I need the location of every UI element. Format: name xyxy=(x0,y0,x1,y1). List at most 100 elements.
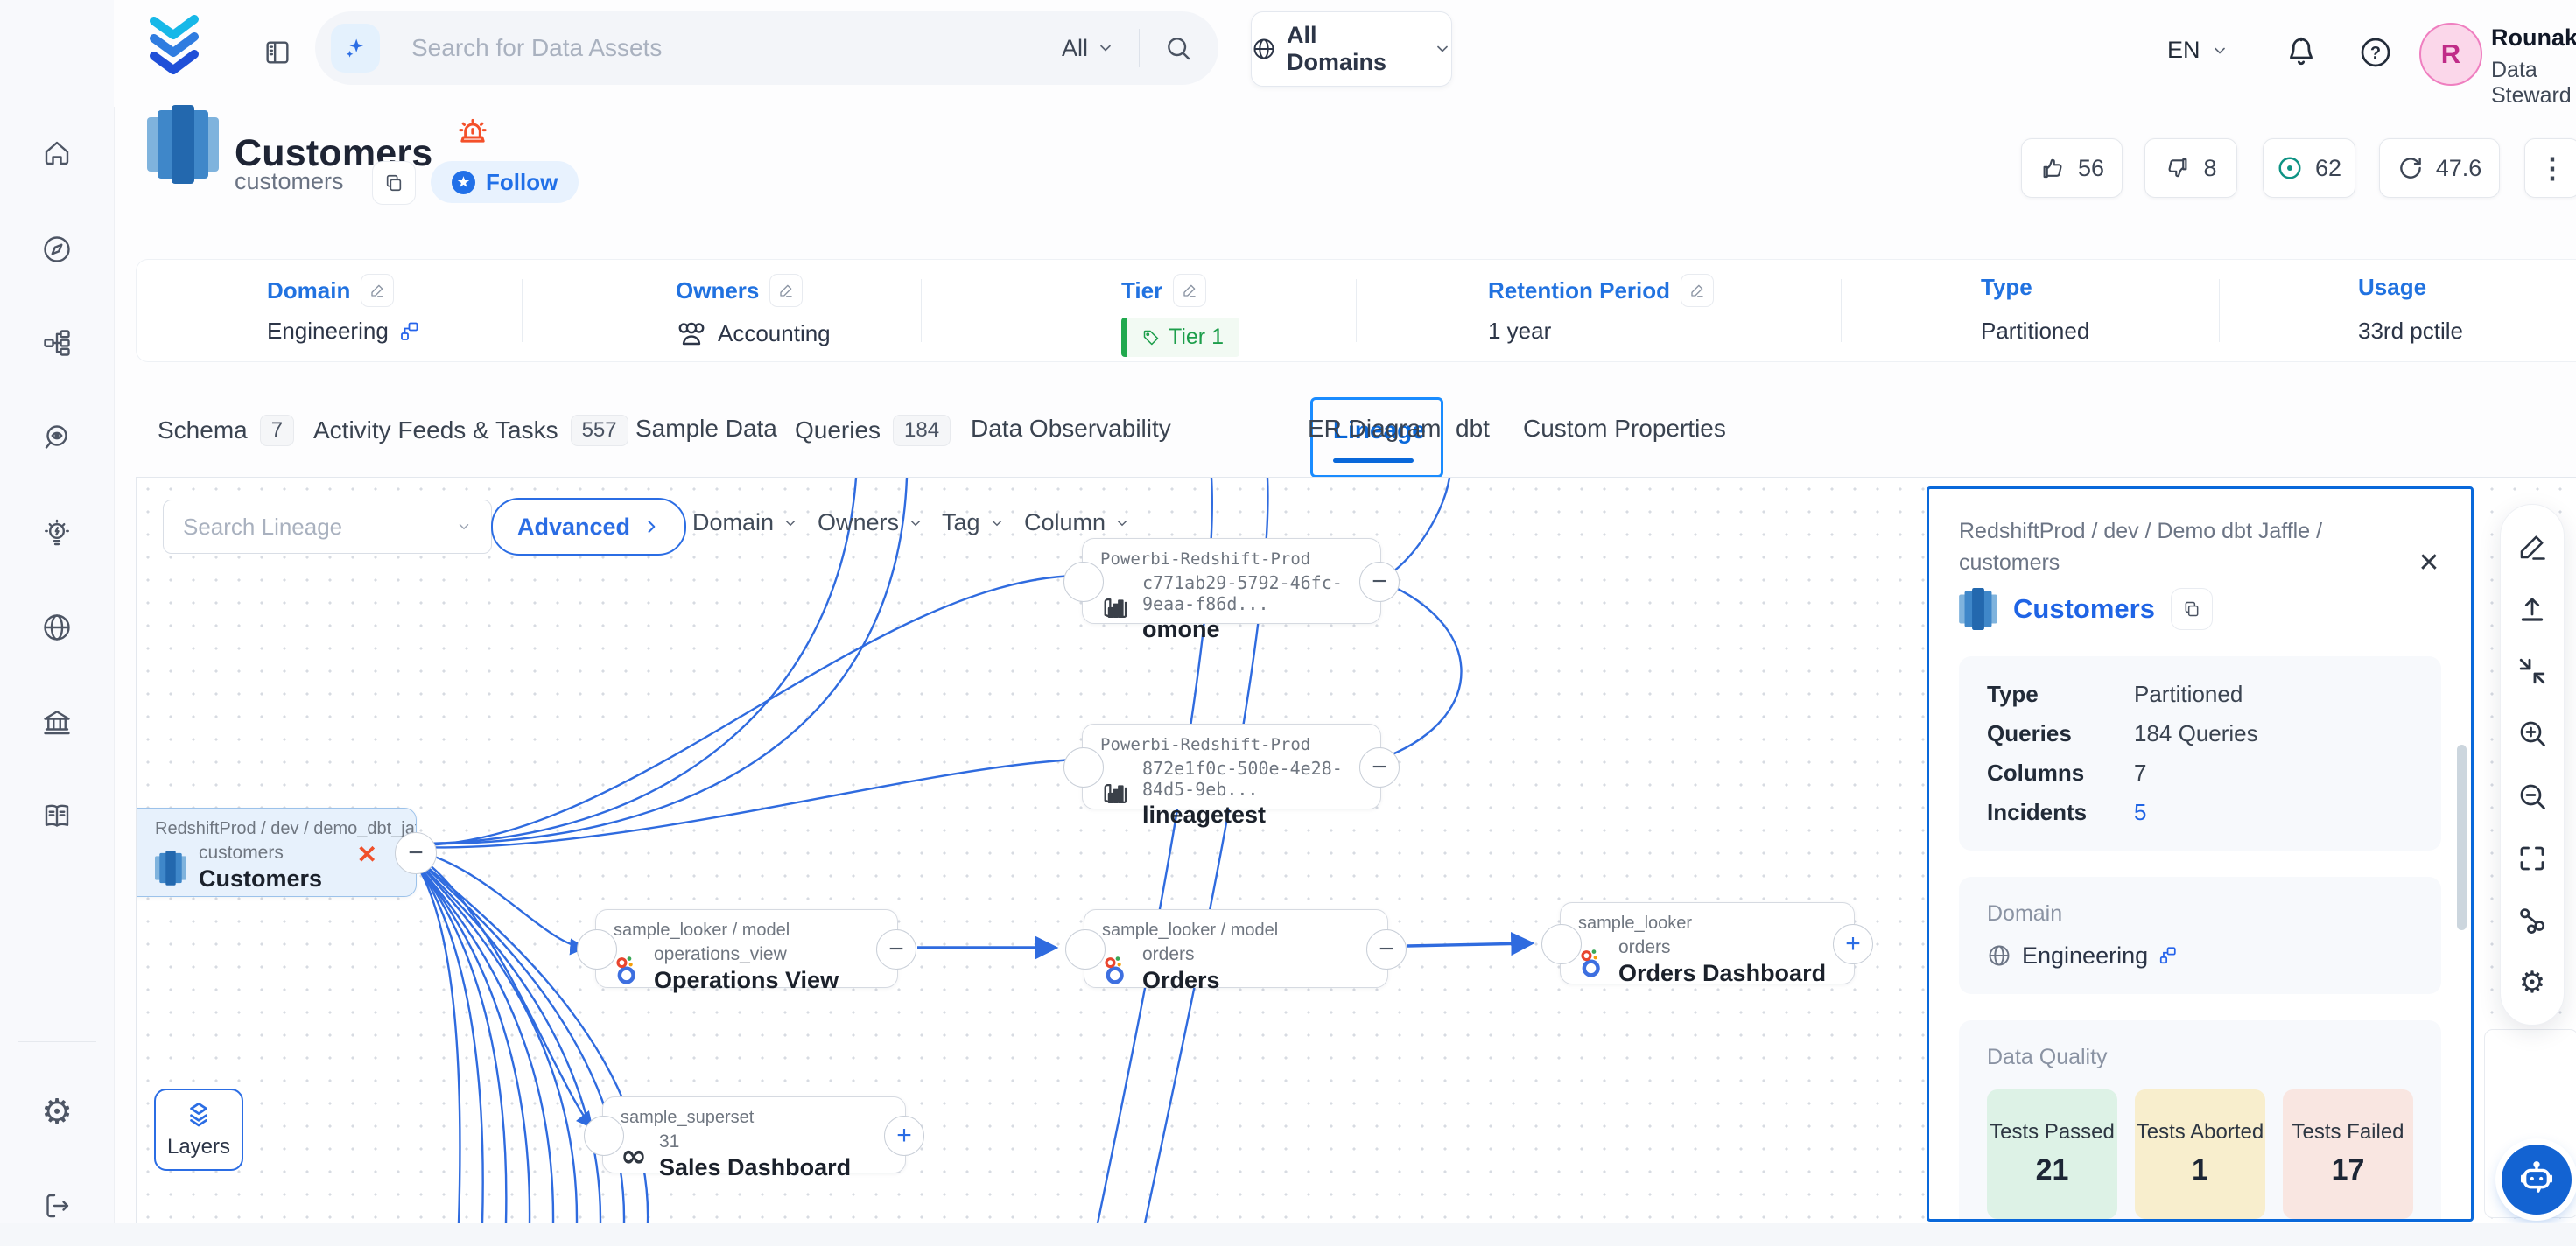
panel-breadcrumb[interactable]: RedshiftProd / dev / Demo dbt Jaffle / c… xyxy=(1959,515,2379,579)
node-handle-left[interactable] xyxy=(1063,562,1104,602)
lineage-node-operations-view[interactable]: sample_looker / model operations_view Op… xyxy=(595,909,898,988)
tab-custom-properties[interactable]: Custom Properties xyxy=(1523,415,1726,443)
sidebar-item-explore[interactable] xyxy=(32,225,81,274)
global-search-bar[interactable]: Search for Data Assets All xyxy=(315,11,1218,85)
node-handle-left[interactable] xyxy=(1063,747,1104,788)
search-scope-dropdown[interactable]: All xyxy=(1062,35,1114,62)
advanced-filter-button[interactable]: Advanced xyxy=(491,498,686,556)
meta-owners-value[interactable]: Accounting xyxy=(676,318,831,349)
tests-failed-tile: Tests Failed17 xyxy=(2283,1089,2413,1219)
meta-domain-label[interactable]: Domain xyxy=(267,274,394,307)
collapse-handle[interactable]: − xyxy=(1359,562,1400,602)
copy-fqn-button[interactable] xyxy=(372,161,416,205)
sidebar-item-home[interactable] xyxy=(32,129,81,178)
sidebar-item-domains[interactable] xyxy=(32,603,81,652)
export-lineage-button[interactable] xyxy=(2515,592,2550,626)
meta-tier-value[interactable]: Tier 1 xyxy=(1121,318,1239,357)
node-handle-left[interactable] xyxy=(577,929,617,970)
collapse-view-button[interactable] xyxy=(2515,654,2550,689)
tab-er-diagram[interactable]: ER Diagram xyxy=(1308,415,1441,443)
tab-dbt[interactable]: dbt xyxy=(1456,415,1490,443)
filter-tag-dropdown[interactable]: Tag xyxy=(942,509,1005,536)
lineage-settings-button[interactable]: ⚙ xyxy=(2515,965,2550,1000)
meta-owners-label[interactable]: Owners xyxy=(676,274,803,307)
tier-badge[interactable]: Tier 1 xyxy=(1121,318,1239,357)
panel-entity-link[interactable]: Customers xyxy=(2013,593,2155,625)
meta-domain-value[interactable]: Engineering xyxy=(267,318,420,345)
node-handle-left[interactable] xyxy=(584,1116,624,1156)
app-logo[interactable] xyxy=(147,14,201,79)
filter-owners-dropdown[interactable]: Owners xyxy=(818,509,923,536)
tab-queries[interactable]: Queries184 xyxy=(795,415,951,446)
tab-sample-data[interactable]: Sample Data xyxy=(635,415,777,443)
collapse-handle[interactable]: − xyxy=(1366,929,1407,970)
node-handle-left[interactable] xyxy=(1065,929,1106,970)
zoom-out-button[interactable] xyxy=(2515,779,2550,814)
lineage-node-orders[interactable]: sample_looker / model orders Orders − xyxy=(1084,909,1388,988)
help-button[interactable]: ? xyxy=(2358,35,2393,70)
notifications-button[interactable] xyxy=(2283,33,2320,70)
incidents-button[interactable]: 62 xyxy=(2263,138,2355,198)
sidebar-item-observability[interactable] xyxy=(32,414,81,463)
lineage-node-orders-dashboard[interactable]: sample_looker orders Orders Dashboard + xyxy=(1560,902,1855,984)
lineage-search-input[interactable]: Search Lineage xyxy=(163,500,492,554)
copy-link-button[interactable] xyxy=(2171,588,2213,630)
panel-domain-value[interactable]: Engineering xyxy=(1987,942,2413,970)
thumbs-down-icon xyxy=(2165,155,2191,181)
panel-scrollbar[interactable] xyxy=(2457,745,2467,930)
search-icon[interactable] xyxy=(1164,34,1192,62)
ai-sparkle-icon[interactable] xyxy=(331,24,380,73)
downvote-button[interactable]: 8 xyxy=(2144,138,2237,198)
incident-alert-icon[interactable] xyxy=(455,116,490,150)
node-handle-left[interactable] xyxy=(1541,924,1582,964)
user-avatar[interactable]: R xyxy=(2419,23,2482,86)
filter-column-dropdown[interactable]: Column xyxy=(1024,509,1130,536)
expand-handle[interactable]: + xyxy=(884,1116,924,1156)
edit-icon[interactable] xyxy=(769,274,803,307)
fit-view-button[interactable] xyxy=(2515,841,2550,876)
incidents-link[interactable]: 5 xyxy=(2134,799,2146,826)
sidebar-item-glossary[interactable] xyxy=(32,792,81,841)
tab-activity-feeds[interactable]: Activity Feeds & Tasks557 xyxy=(313,415,628,446)
divider xyxy=(522,279,523,342)
edit-icon[interactable] xyxy=(1173,274,1206,307)
meta-tier-label[interactable]: Tier xyxy=(1121,274,1206,307)
tab-schema[interactable]: Schema7 xyxy=(158,415,294,446)
more-actions-button[interactable]: ⋮ xyxy=(2524,138,2576,198)
svg-text:?: ? xyxy=(2370,44,2381,63)
collapse-sidebar-button[interactable] xyxy=(256,32,298,74)
upvote-button[interactable]: 56 xyxy=(2021,138,2123,198)
language-selector[interactable]: EN xyxy=(2167,37,2229,64)
tab-data-observability[interactable]: Data Observability xyxy=(971,415,1171,443)
lineage-node-customers[interactable]: RedshiftProd / dev / demo_dbt_jaffle cus… xyxy=(136,808,417,897)
remove-node-icon[interactable]: ✕ xyxy=(357,840,377,869)
entity-tabs: Schema7 Activity Feeds & Tasks557 Sample… xyxy=(136,396,2576,474)
lineage-node-lineagetest[interactable]: Powerbi-Redshift-Prod 872e1f0c-500e-4e28… xyxy=(1082,724,1381,809)
layers-button[interactable]: Layers xyxy=(154,1088,243,1171)
domains-selector[interactable]: All Domains xyxy=(1251,11,1452,87)
sidebar-item-insights[interactable] xyxy=(32,509,81,558)
collapse-handle[interactable]: − xyxy=(1359,747,1400,788)
sidebar-item-govern[interactable] xyxy=(32,698,81,747)
sidebar-item-lineage[interactable] xyxy=(32,318,81,368)
relayout-button[interactable] xyxy=(2515,903,2550,938)
filter-domain-dropdown[interactable]: Domain xyxy=(692,509,798,536)
edit-icon[interactable] xyxy=(1681,274,1714,307)
lineage-canvas[interactable]: Search Lineage Advanced Domain Owners Ta… xyxy=(136,477,2576,1224)
collapse-handle[interactable]: − xyxy=(395,832,437,874)
lineage-node-omone[interactable]: Powerbi-Redshift-Prod c771ab29-5792-46fc… xyxy=(1082,538,1381,624)
globe-icon xyxy=(1252,37,1276,61)
assistant-chat-button[interactable] xyxy=(2502,1144,2572,1214)
zoom-in-button[interactable] xyxy=(2515,716,2550,751)
meta-retention-label[interactable]: Retention Period xyxy=(1488,274,1714,307)
edit-icon[interactable] xyxy=(361,274,394,307)
usage-refresh-button[interactable]: 47.6 xyxy=(2379,138,2500,198)
expand-handle[interactable]: + xyxy=(1833,924,1873,964)
edit-lineage-button[interactable] xyxy=(2515,529,2550,564)
sidebar-item-settings[interactable]: ⚙ xyxy=(32,1088,81,1137)
search-input[interactable]: Search for Data Assets xyxy=(411,34,1062,62)
follow-button[interactable]: ★ Follow xyxy=(431,161,579,203)
collapse-handle[interactable]: − xyxy=(876,929,916,970)
close-panel-button[interactable]: ✕ xyxy=(2411,545,2446,580)
lineage-node-sales-dashboard[interactable]: sample_superset ∞ 31 Sales Dashboard + xyxy=(602,1096,906,1173)
